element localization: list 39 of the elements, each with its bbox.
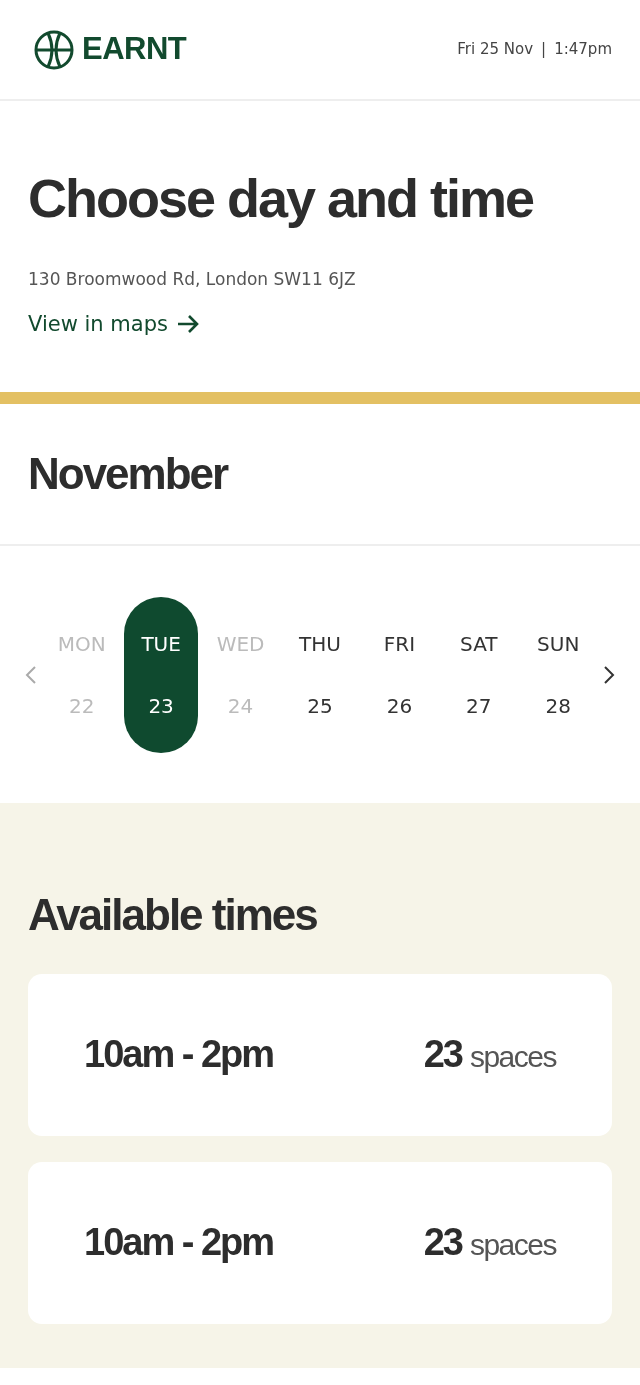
section-title: Available times (28, 889, 318, 941)
view-in-maps-link[interactable]: View in maps (28, 308, 200, 340)
address-text: 130 Broomwood Rd, London SW11 6JZ (28, 268, 357, 291)
brand-name: EARNT (82, 30, 187, 69)
spaces-unit: spaces (469, 1227, 556, 1264)
chevron-left-icon (24, 664, 38, 686)
time-text: 1:47pm (554, 39, 612, 61)
date-number: 22 (68, 692, 95, 720)
spaces-count: 23 (423, 1220, 462, 1266)
weekday-label: SUN (537, 630, 580, 658)
time-slot-card[interactable]: 10am - 2pm 23 spaces (28, 973, 612, 1136)
ball-logo-icon (34, 29, 74, 70)
weekday-label: SAT (460, 630, 498, 658)
date-number: 25 (307, 692, 333, 720)
month-title: November (28, 447, 228, 500)
day-button[interactable]: FRI 26 (362, 596, 437, 753)
chevron-right-icon (602, 664, 616, 686)
slot-time: 10am - 2pm (84, 1220, 274, 1266)
weekday-label: THU (299, 630, 341, 658)
date-number: 28 (545, 692, 571, 720)
date-number: 24 (227, 692, 254, 720)
slot-time: 10am - 2pm (84, 1032, 274, 1078)
date-number: 26 (386, 692, 413, 720)
day-button[interactable]: SUN 28 (521, 596, 596, 753)
day-button[interactable]: SAT 27 (441, 596, 516, 753)
spaces-unit: spaces (469, 1039, 556, 1076)
date-number: 23 (148, 692, 174, 720)
weekday-label: WED (216, 630, 265, 658)
arrow-right-icon (175, 314, 200, 335)
day-button[interactable]: THU 25 (282, 596, 357, 753)
weekday-label: MON (57, 630, 106, 658)
date-text: Fri 25 Nov (457, 39, 534, 61)
time-slot-card[interactable]: 10am - 2pm 23 spaces (28, 1161, 612, 1324)
date-number: 27 (466, 692, 492, 720)
weekday-label: FRI (383, 630, 416, 658)
spaces-count: 23 (423, 1032, 462, 1078)
weekday-label: TUE (141, 630, 181, 658)
separator-text: | (541, 39, 547, 61)
day-button[interactable]: TUE 23 (124, 596, 199, 753)
